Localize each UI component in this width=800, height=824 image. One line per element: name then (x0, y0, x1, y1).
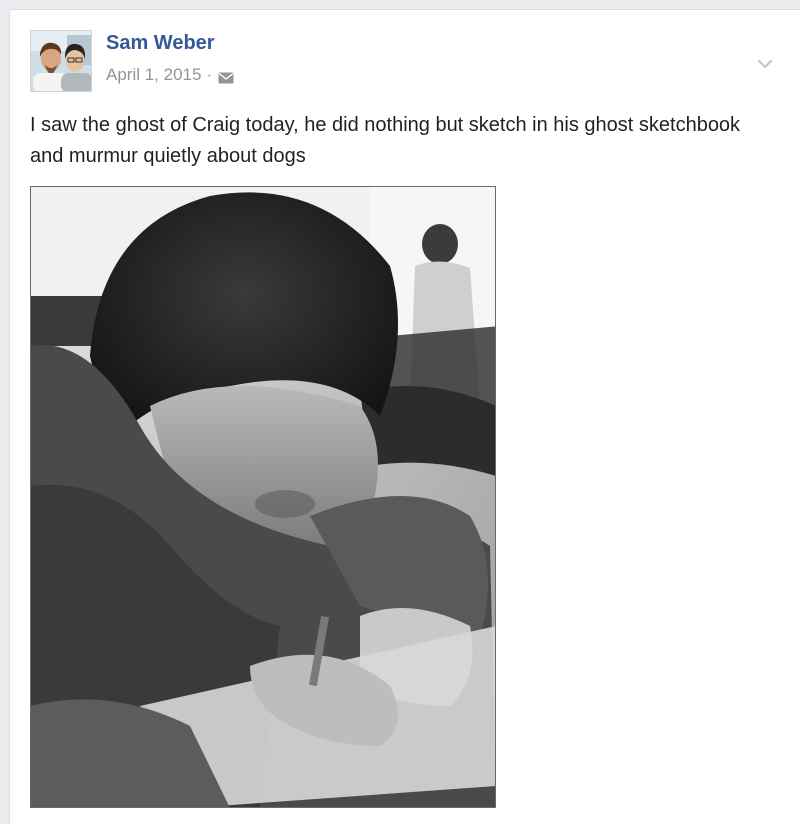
post-meta: April 1, 2015 · (106, 65, 234, 85)
post-text: I saw the ghost of Craig today, he did n… (30, 114, 741, 167)
post-card: Sam Weber April 1, 2015 · I saw the ghos… (9, 9, 800, 824)
author-name-link[interactable]: Sam Weber (106, 32, 215, 55)
post-photo[interactable] (30, 186, 496, 808)
avatar[interactable] (30, 30, 92, 92)
avatar-image (31, 31, 91, 91)
envelope-icon[interactable] (218, 69, 234, 84)
chevron-down-icon[interactable] (756, 55, 774, 73)
post-photo-image (30, 186, 496, 808)
meta-separator: · (206, 65, 213, 84)
post-date-link[interactable]: April 1, 2015 (106, 65, 201, 85)
post-header: Sam Weber April 1, 2015 · (30, 30, 800, 92)
